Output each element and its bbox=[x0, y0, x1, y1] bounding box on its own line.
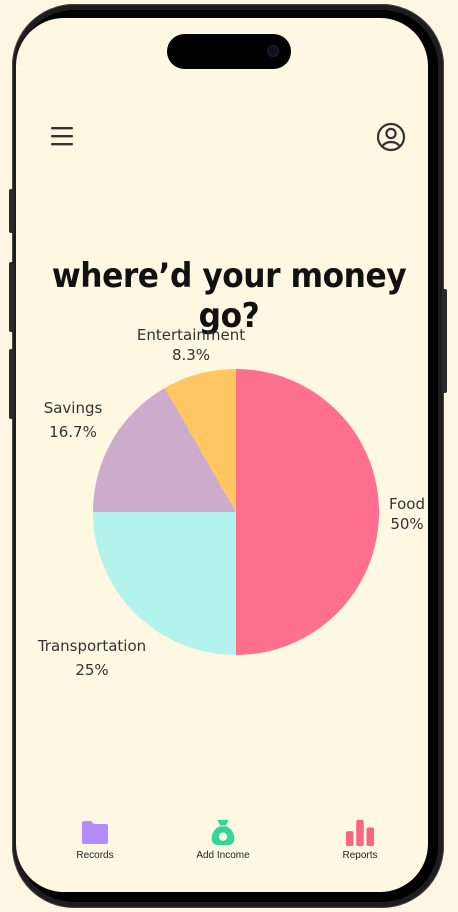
label-food-value: 50% bbox=[390, 515, 424, 533]
bottom-tab-bar: Records Add Income Reports bbox=[0, 818, 458, 868]
label-transportation-name: Transportation bbox=[37, 637, 147, 655]
bar-chart-icon bbox=[346, 819, 374, 846]
tab-add-income[interactable]: Add Income bbox=[175, 818, 271, 861]
user-profile-icon bbox=[376, 122, 406, 152]
label-food-name: Food bbox=[389, 495, 425, 513]
label-entertainment-name: Entertainment bbox=[136, 326, 246, 344]
tab-records[interactable]: Records bbox=[47, 818, 143, 861]
label-entertainment-value: 8.3% bbox=[171, 346, 211, 364]
tab-reports[interactable]: Reports bbox=[312, 818, 408, 861]
tab-add-income-label: Add Income bbox=[196, 850, 250, 861]
profile-button[interactable] bbox=[376, 122, 406, 152]
label-entertainment: Entertainment 8.3% bbox=[130, 325, 252, 365]
app-screen bbox=[16, 18, 428, 892]
folder-icon bbox=[82, 821, 108, 844]
page-title: where’d your money go? bbox=[51, 256, 407, 336]
tab-records-label: Records bbox=[76, 850, 114, 861]
menu-button[interactable] bbox=[50, 124, 74, 148]
hamburger-menu-icon bbox=[51, 127, 73, 146]
volume-down-button bbox=[9, 349, 14, 419]
label-savings-name: Savings bbox=[43, 399, 103, 417]
action-button bbox=[9, 189, 14, 233]
label-savings: Savings 16.7% bbox=[36, 398, 110, 442]
label-transportation: Transportation 25% bbox=[30, 636, 154, 680]
label-transportation-value: 25% bbox=[75, 661, 109, 679]
money-bag-icon bbox=[211, 819, 235, 846]
dynamic-island bbox=[167, 34, 291, 69]
tab-reports-label: Reports bbox=[342, 850, 378, 861]
volume-up-button bbox=[9, 262, 14, 332]
label-savings-value: 16.7% bbox=[49, 423, 97, 441]
side-button bbox=[442, 289, 447, 393]
camera-icon bbox=[267, 45, 279, 57]
label-food: Food 50% bbox=[384, 494, 430, 534]
